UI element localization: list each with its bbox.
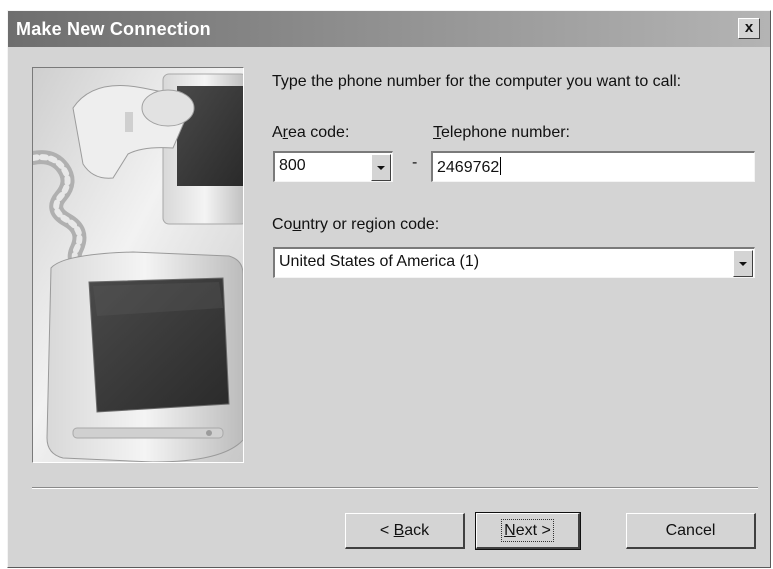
window-title: Make New Connection xyxy=(16,19,211,39)
chevron-down-icon xyxy=(739,262,747,266)
country-region-value: United States of America (1) xyxy=(279,253,480,270)
area-code-dropdown-button[interactable] xyxy=(371,154,391,181)
divider xyxy=(32,487,758,489)
next-button[interactable]: Next > xyxy=(475,512,581,550)
close-icon: x xyxy=(744,19,754,36)
dash-separator: - xyxy=(412,154,418,171)
area-code-value: 800 xyxy=(279,157,306,174)
close-button[interactable]: x xyxy=(738,18,760,39)
country-region-combobox[interactable]: United States of America (1) xyxy=(273,247,755,278)
country-region-dropdown-button[interactable] xyxy=(733,250,753,277)
text-caret xyxy=(500,157,502,175)
make-new-connection-dialog: Make New Connection x Type the phone num… xyxy=(7,10,771,568)
title-bar[interactable]: Make New Connection x xyxy=(8,11,770,47)
telephone-number-label: Telephone number: xyxy=(433,124,570,141)
area-code-label: Area code: xyxy=(272,124,350,141)
computer-and-telephone-illustration xyxy=(32,67,244,463)
chevron-down-icon xyxy=(377,166,385,170)
cancel-button[interactable]: Cancel xyxy=(626,513,756,549)
instructions-text: Type the phone number for the computer y… xyxy=(272,73,682,90)
back-button[interactable]: < Back xyxy=(345,513,465,549)
telephone-number-input[interactable]: 2469762 xyxy=(431,151,755,182)
telephone-number-value: 2469762 xyxy=(437,159,500,176)
country-region-label: Country or region code: xyxy=(272,216,440,233)
area-code-combobox[interactable]: 800 xyxy=(273,151,393,182)
